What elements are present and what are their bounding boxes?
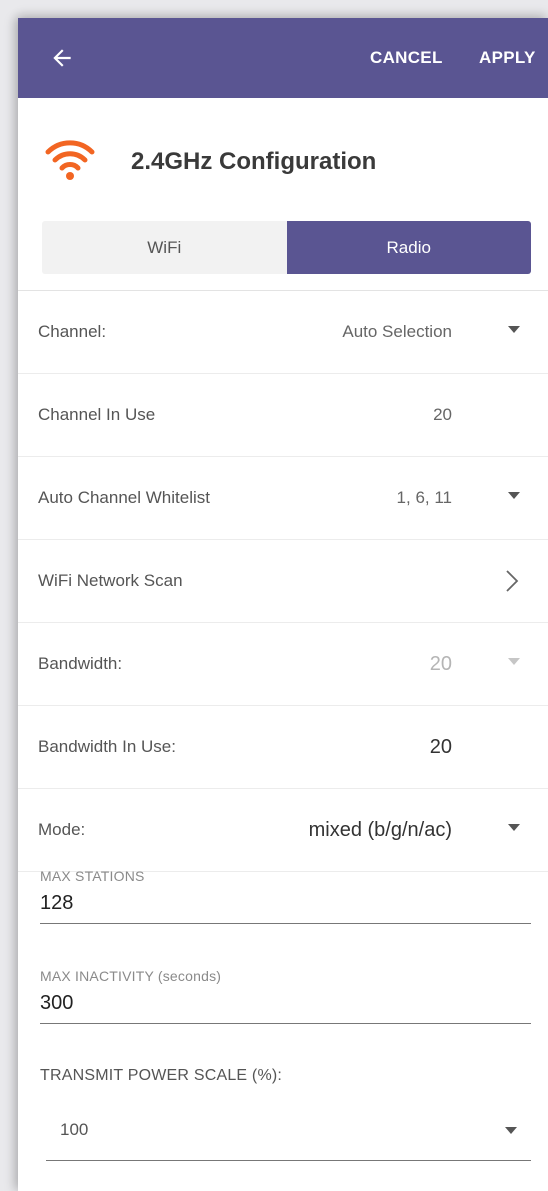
max-stations-input[interactable]: 128 — [40, 892, 531, 924]
channel-in-use-label: Channel In Use — [38, 405, 156, 424]
apply-button[interactable]: APPLY — [479, 18, 536, 98]
whitelist-label: Auto Channel Whitelist — [38, 488, 210, 507]
cancel-button[interactable]: CANCEL — [370, 18, 443, 98]
arrow-left-icon — [53, 49, 71, 67]
channel-select[interactable]: Channel: Auto Selection — [18, 291, 548, 374]
dropdown-arrow-icon — [508, 658, 520, 665]
wifi-scan-label: WiFi Network Scan — [38, 571, 183, 590]
max-inactivity-label: MAX INACTIVITY (seconds) — [40, 968, 222, 984]
page-title: 2.4GHz Configuration — [131, 148, 377, 175]
bandwidth-select[interactable]: Bandwidth: 20 — [18, 623, 548, 706]
max-inactivity-field: MAX INACTIVITY (seconds) 300 — [40, 968, 531, 1024]
dropdown-arrow-icon — [508, 824, 520, 831]
channel-label: Channel: — [38, 322, 107, 341]
wifi-icon — [45, 140, 95, 180]
tab-bar: WiFi Radio — [42, 221, 531, 274]
dropdown-arrow-icon — [508, 326, 520, 333]
back-button[interactable] — [44, 40, 80, 76]
chevron-right-icon — [506, 570, 519, 592]
dropdown-arrow-icon — [508, 492, 520, 499]
whitelist-select[interactable]: Auto Channel Whitelist 1, 6, 11 — [18, 457, 548, 540]
mode-select[interactable]: Mode: mixed (b/g/n/ac) — [18, 789, 548, 872]
transmit-power-value: 100 — [60, 1120, 89, 1139]
wifi-scan-link[interactable]: WiFi Network Scan — [18, 540, 548, 623]
bandwidth-in-use-label: Bandwidth In Use: — [38, 737, 176, 756]
title-row: 2.4GHz Configuration — [18, 98, 548, 216]
bandwidth-label: Bandwidth: — [38, 654, 123, 673]
tab-wifi[interactable]: WiFi — [42, 221, 287, 274]
mode-value: mixed (b/g/n/ac) — [308, 819, 452, 841]
mode-label: Mode: — [38, 820, 86, 839]
settings-list: Channel: Auto Selection Channel In Use 2… — [18, 290, 548, 872]
dropdown-arrow-icon — [505, 1127, 517, 1134]
whitelist-value: 1, 6, 11 — [396, 488, 452, 507]
channel-in-use-value: 20 — [433, 405, 452, 424]
app-bar: CANCEL APPLY — [18, 18, 548, 98]
transmit-power-select[interactable]: 100 — [46, 1100, 531, 1161]
bandwidth-in-use-value: 20 — [429, 736, 452, 758]
transmit-power-label: TRANSMIT POWER SCALE (%): — [40, 1067, 283, 1084]
max-stations-label: MAX STATIONS — [40, 868, 145, 884]
app-frame: CANCEL APPLY 2.4GHz Configuration WiFi R… — [18, 18, 548, 1191]
max-stations-field: MAX STATIONS 128 — [40, 868, 531, 924]
bandwidth-in-use-row: Bandwidth In Use: 20 — [18, 706, 548, 789]
bandwidth-value: 20 — [429, 653, 452, 675]
max-inactivity-input[interactable]: 300 — [40, 992, 531, 1024]
channel-in-use-row: Channel In Use 20 — [18, 374, 548, 457]
channel-value: Auto Selection — [342, 322, 452, 341]
tab-radio[interactable]: Radio — [286, 221, 531, 274]
